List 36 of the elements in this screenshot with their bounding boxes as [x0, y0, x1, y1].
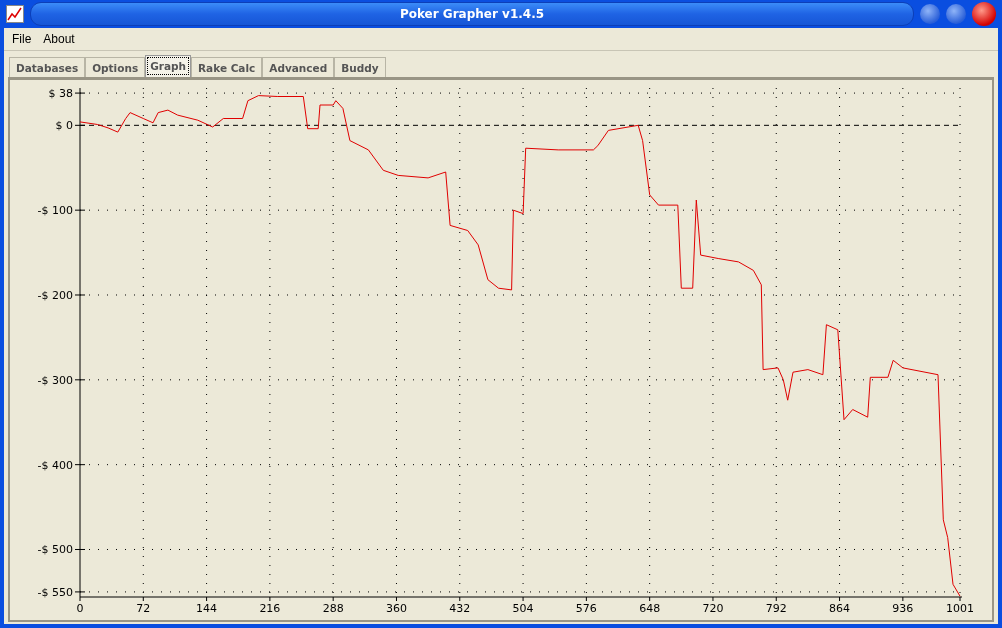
tab[interactable]: Graph: [145, 55, 191, 77]
x-tick-label: 936: [892, 602, 914, 615]
menu-item[interactable]: About: [39, 32, 79, 46]
y-tick-label: -$ 500: [37, 543, 73, 557]
maximize-button[interactable]: [946, 4, 966, 24]
x-tick-label: 864: [829, 602, 851, 615]
x-tick-label: 792: [765, 602, 787, 615]
y-tick-label: $ 0: [55, 119, 73, 133]
tab[interactable]: Databases: [9, 57, 86, 77]
tab[interactable]: Options: [85, 57, 146, 77]
x-tick-label: 360: [386, 602, 407, 615]
chart-icon: [6, 5, 24, 23]
x-tick-label: 504: [512, 602, 534, 615]
x-tick-label: 720: [702, 602, 724, 615]
y-tick-label: -$ 400: [37, 458, 73, 472]
y-tick-label: $ 38: [48, 87, 73, 101]
close-button[interactable]: [972, 2, 996, 26]
x-tick-label: 216: [259, 602, 281, 615]
minimize-button[interactable]: [920, 4, 940, 24]
y-tick-label: -$ 100: [37, 204, 73, 218]
x-tick-label: 1001: [946, 602, 974, 615]
tab[interactable]: Buddy: [334, 57, 386, 77]
y-tick-label: -$ 200: [37, 289, 73, 302]
tab[interactable]: Rake Calc: [191, 57, 263, 77]
menu-item[interactable]: File: [8, 32, 36, 46]
x-tick-label: 288: [322, 602, 344, 615]
x-tick-label: 432: [449, 602, 471, 615]
tab[interactable]: Advanced: [262, 57, 335, 77]
window-title: Poker Grapher v1.4.5: [30, 2, 914, 26]
x-tick-label: 648: [639, 602, 661, 615]
x-tick-label: 576: [575, 602, 597, 615]
x-tick-label: 144: [196, 602, 218, 615]
y-tick-label: -$ 300: [37, 373, 73, 387]
y-tick-label: -$ 550: [37, 585, 73, 599]
x-tick-label: 0: [76, 602, 84, 615]
x-tick-label: 72: [136, 602, 151, 615]
